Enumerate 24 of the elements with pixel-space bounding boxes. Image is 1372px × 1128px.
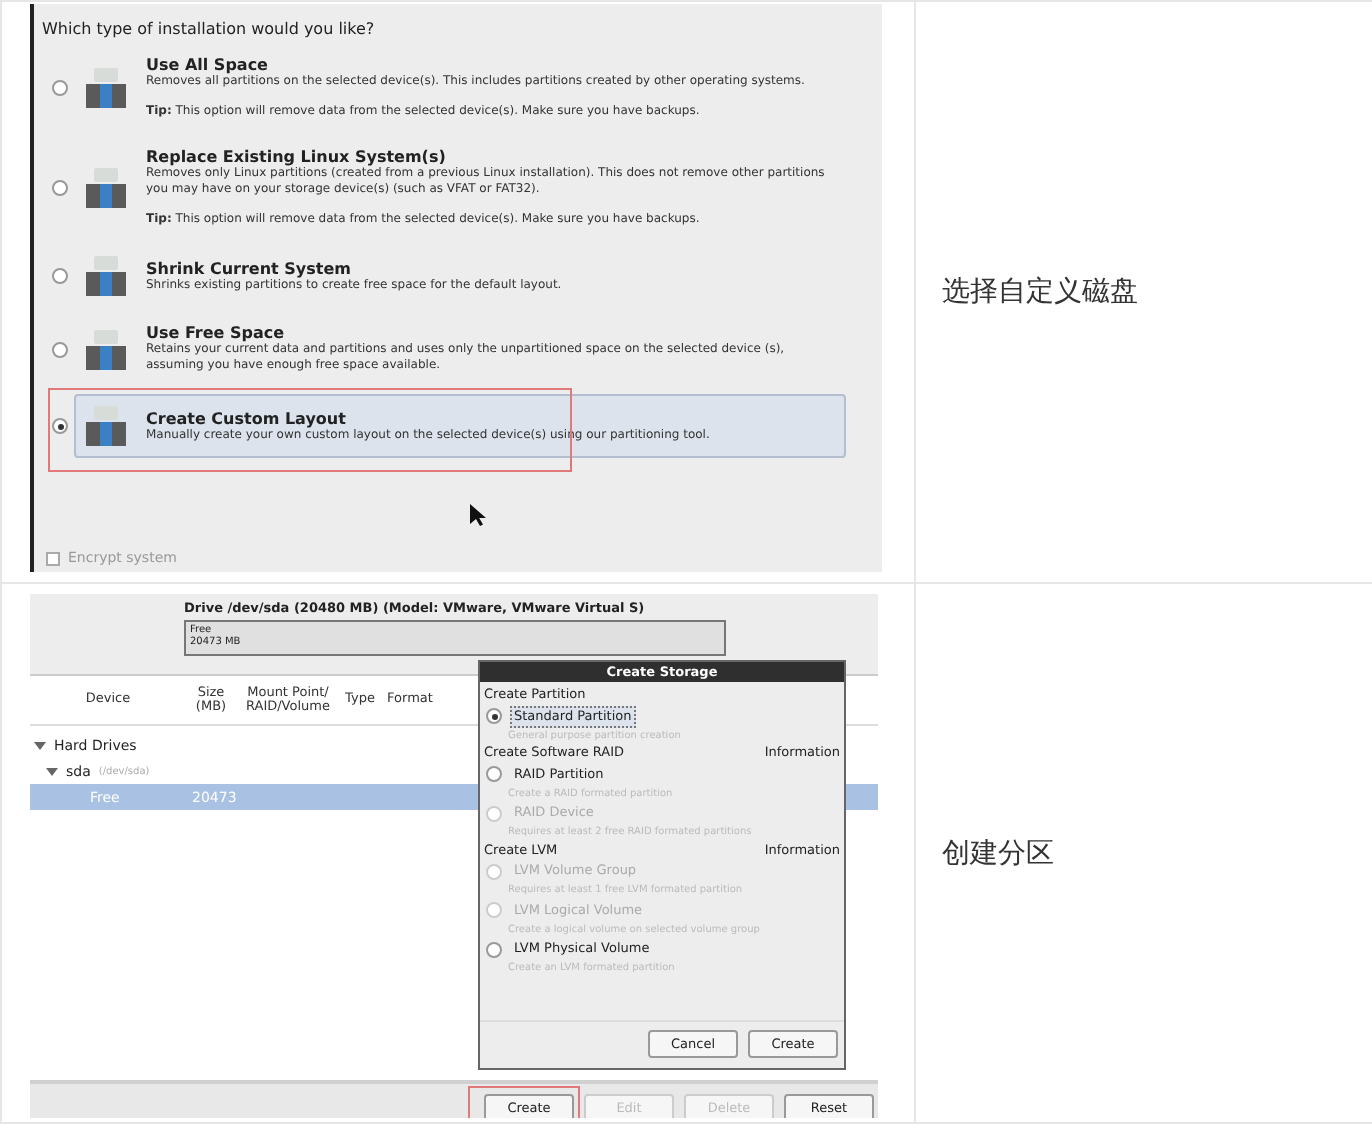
option-title: Use All Space xyxy=(146,56,270,74)
option-title: Replace Existing Linux System(s) xyxy=(146,148,448,166)
drive-icon xyxy=(86,406,126,446)
drive-icon xyxy=(86,329,126,369)
radio-button[interactable] xyxy=(52,268,68,284)
cursor-icon xyxy=(470,504,486,528)
option-title: Use Free Space xyxy=(146,324,287,342)
question-text: Which type of installation would you like? xyxy=(42,20,377,38)
step-caption: 创建分区 xyxy=(942,835,1054,871)
radio-button[interactable] xyxy=(52,341,68,357)
radio-button[interactable] xyxy=(52,80,68,96)
drive-icon xyxy=(86,68,126,108)
drive-icon xyxy=(86,168,126,208)
expander-icon[interactable] xyxy=(46,767,58,775)
radio-button[interactable] xyxy=(486,766,502,782)
option-title: Create Custom Layout xyxy=(146,409,348,427)
step-caption: 选择自定义磁盘 xyxy=(942,274,1138,310)
expander-icon[interactable] xyxy=(34,741,46,749)
option-title: Shrink Current System xyxy=(146,259,353,277)
drive-icon xyxy=(86,256,126,296)
radio-button[interactable] xyxy=(486,708,502,724)
radio-button[interactable] xyxy=(52,418,68,434)
radio-button[interactable] xyxy=(486,941,502,957)
radio-button[interactable] xyxy=(52,180,68,196)
